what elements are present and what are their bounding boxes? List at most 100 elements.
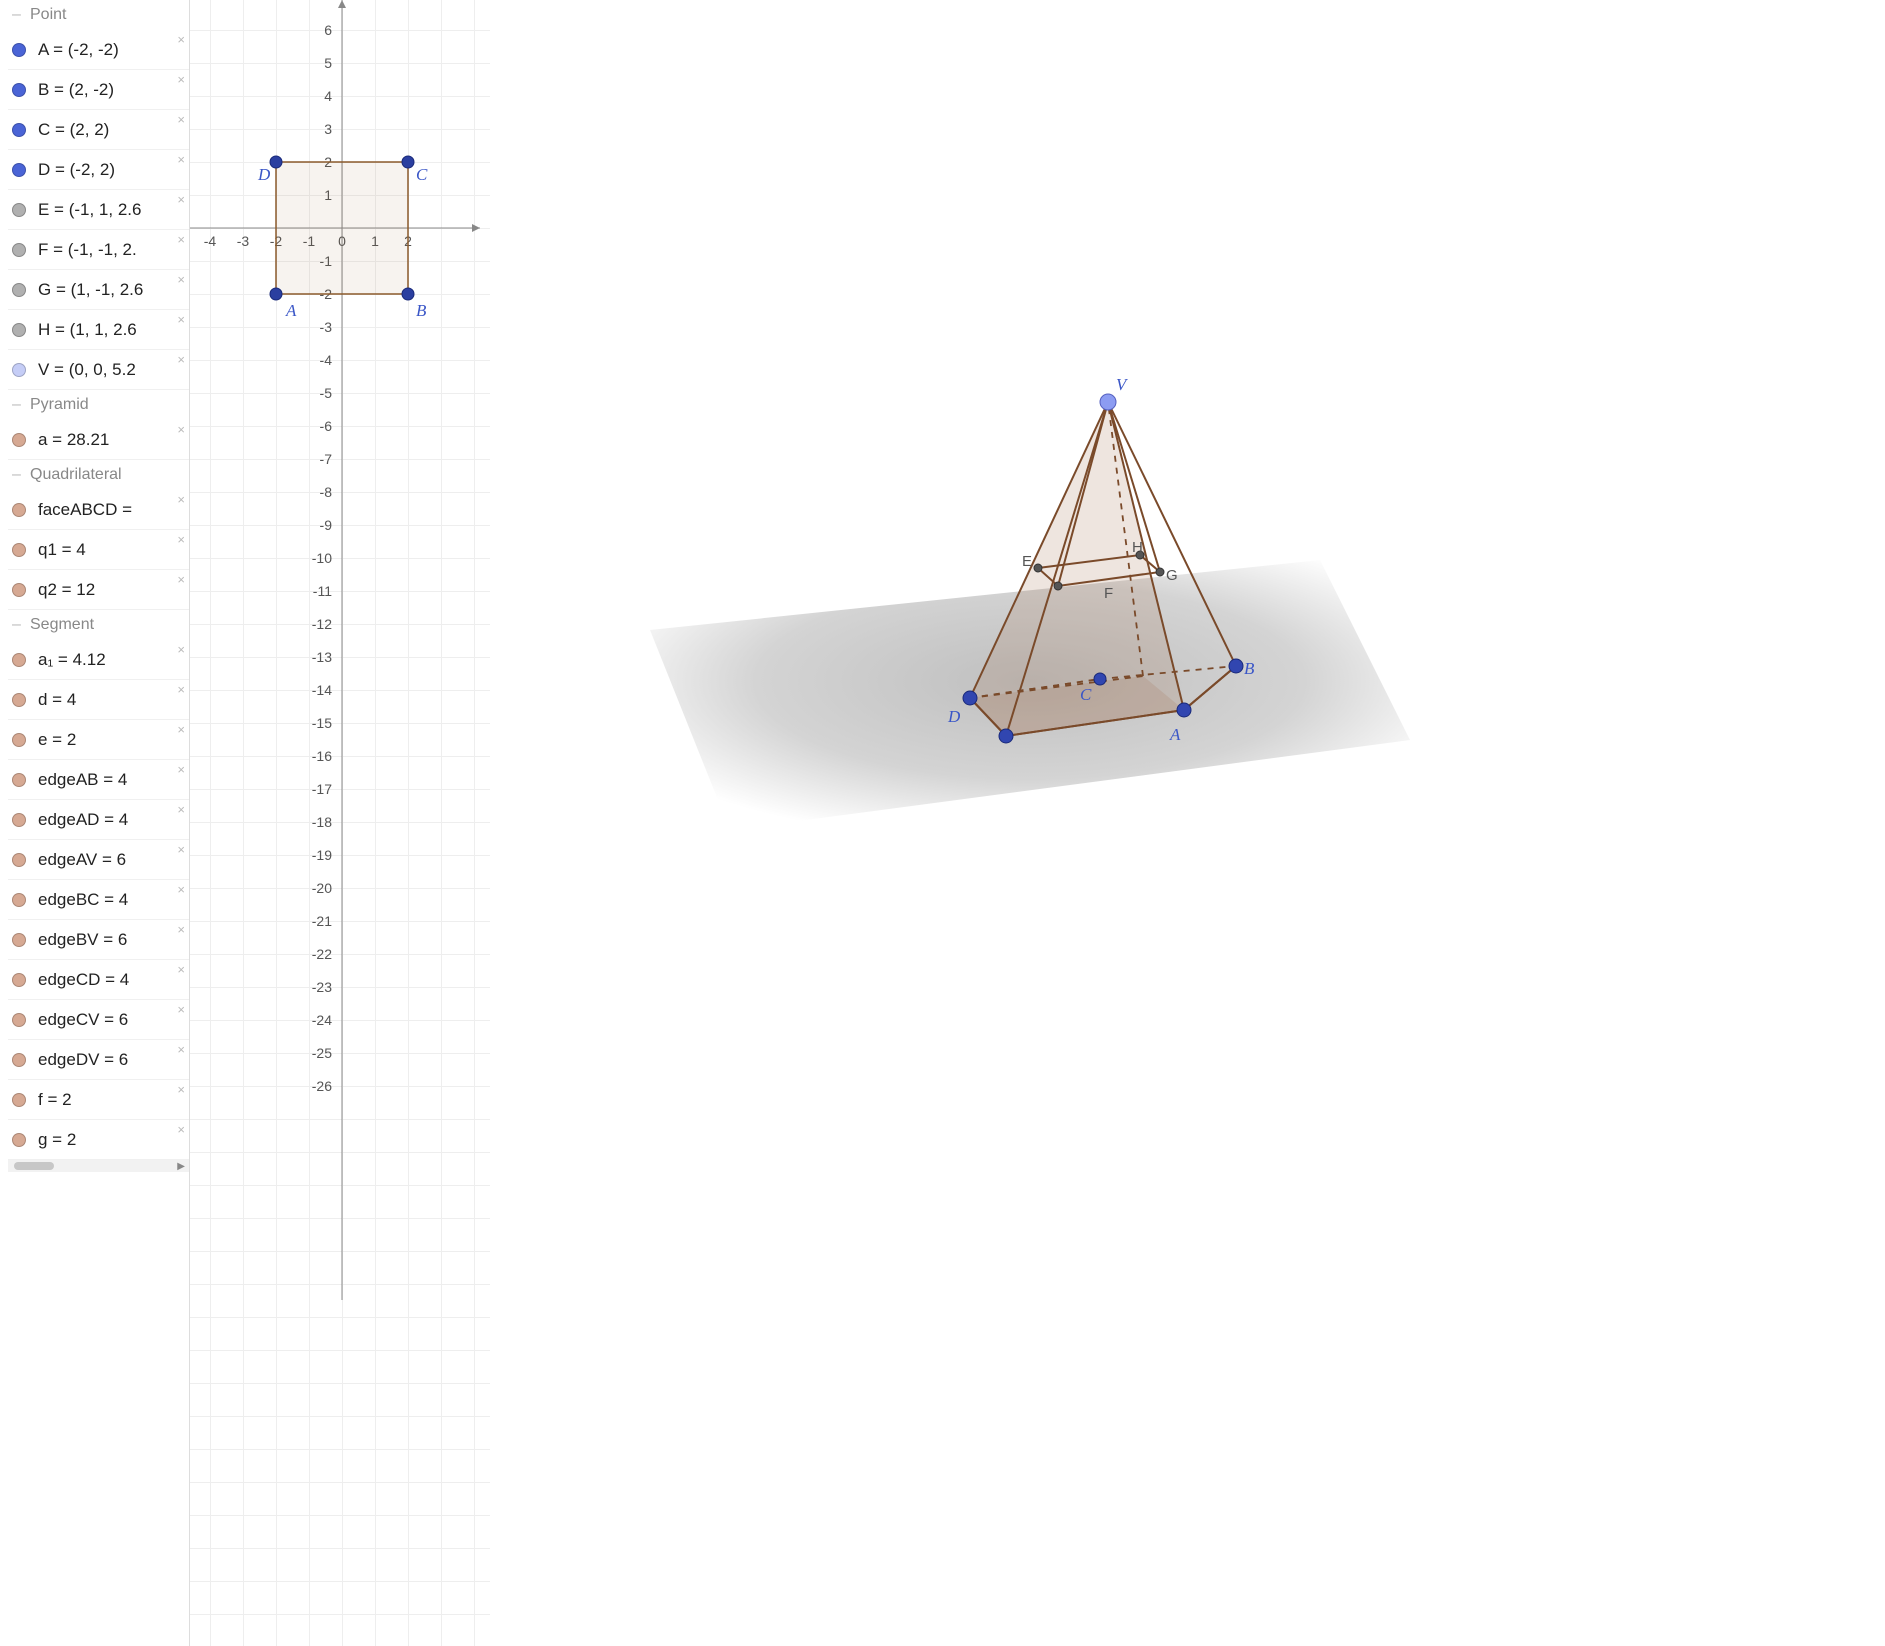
visibility-toggle-icon[interactable] (12, 283, 26, 297)
algebra-panel[interactable]: –PointA = (-2, -2)×B = (2, -2)×C = (2, 2… (0, 0, 190, 1646)
close-icon[interactable]: × (177, 572, 185, 587)
visibility-toggle-icon[interactable] (12, 83, 26, 97)
section-header-segment[interactable]: –Segment (8, 610, 189, 640)
visibility-toggle-icon[interactable] (12, 543, 26, 557)
visibility-toggle-icon[interactable] (12, 163, 26, 177)
visibility-toggle-icon[interactable] (12, 1133, 26, 1147)
visibility-toggle-icon[interactable] (12, 733, 26, 747)
algebra-item[interactable]: C = (2, 2)× (8, 110, 189, 150)
visibility-toggle-icon[interactable] (12, 1013, 26, 1027)
algebra-item[interactable]: g = 2× (8, 1120, 189, 1160)
close-icon[interactable]: × (177, 492, 185, 507)
section-header-pyramid[interactable]: –Pyramid (8, 390, 189, 420)
svg-text:-17: -17 (312, 781, 332, 797)
point-label-a: A (285, 301, 297, 320)
visibility-toggle-icon[interactable] (12, 773, 26, 787)
close-icon[interactable]: × (177, 232, 185, 247)
section-header-quadrilateral[interactable]: –Quadrilateral (8, 460, 189, 490)
algebra-item[interactable]: D = (-2, 2)× (8, 150, 189, 190)
visibility-toggle-icon[interactable] (12, 653, 26, 667)
close-icon[interactable]: × (177, 532, 185, 547)
section-title: Point (30, 6, 66, 24)
visibility-toggle-icon[interactable] (12, 813, 26, 827)
close-icon[interactable]: × (177, 722, 185, 737)
visibility-toggle-icon[interactable] (12, 43, 26, 57)
algebra-item[interactable]: edgeAD = 4× (8, 800, 189, 840)
visibility-toggle-icon[interactable] (12, 853, 26, 867)
visibility-toggle-icon[interactable] (12, 363, 26, 377)
close-icon[interactable]: × (177, 72, 185, 87)
svg-text:-15: -15 (312, 715, 332, 731)
algebra-item[interactable]: faceABCD = × (8, 490, 189, 530)
algebra-item[interactable]: q1 = 4× (8, 530, 189, 570)
algebra-item[interactable]: a₁ = 4.12× (8, 640, 189, 680)
close-icon[interactable]: × (177, 1082, 185, 1097)
algebra-item[interactable]: V = (0, 0, 5.2× (8, 350, 189, 390)
close-icon[interactable]: × (177, 352, 185, 367)
algebra-item[interactable]: edgeAV = 6× (8, 840, 189, 880)
visibility-toggle-icon[interactable] (12, 1093, 26, 1107)
label3d-h: H (1132, 539, 1143, 556)
horizontal-scrollbar[interactable]: ▶ (8, 1160, 189, 1172)
point-label-c: C (416, 165, 428, 184)
visibility-toggle-icon[interactable] (12, 433, 26, 447)
close-icon[interactable]: × (177, 802, 185, 817)
algebra-item[interactable]: a = 28.21× (8, 420, 189, 460)
algebra-item[interactable]: F = (-1, -1, 2.× (8, 230, 189, 270)
algebra-item[interactable]: edgeBV = 6× (8, 920, 189, 960)
visibility-toggle-icon[interactable] (12, 243, 26, 257)
pyramid-3d: A B C D E F G H V (840, 330, 1360, 850)
algebra-item[interactable]: edgeCV = 6× (8, 1000, 189, 1040)
svg-text:-25: -25 (312, 1045, 332, 1061)
close-icon[interactable]: × (177, 312, 185, 327)
close-icon[interactable]: × (177, 32, 185, 47)
algebra-item[interactable]: A = (-2, -2)× (8, 30, 189, 70)
svg-text:-3: -3 (320, 319, 333, 335)
visibility-toggle-icon[interactable] (12, 583, 26, 597)
close-icon[interactable]: × (177, 1122, 185, 1137)
algebra-item[interactable]: edgeAB = 4× (8, 760, 189, 800)
algebra-item[interactable]: f = 2× (8, 1080, 189, 1120)
close-icon[interactable]: × (177, 922, 185, 937)
close-icon[interactable]: × (177, 1002, 185, 1017)
visibility-toggle-icon[interactable] (12, 893, 26, 907)
graphics-3d-view[interactable]: A B C D E F G H V (490, 0, 1885, 1646)
visibility-toggle-icon[interactable] (12, 323, 26, 337)
algebra-item[interactable]: edgeCD = 4× (8, 960, 189, 1000)
close-icon[interactable]: × (177, 962, 185, 977)
close-icon[interactable]: × (177, 842, 185, 857)
algebra-item[interactable]: q2 = 12× (8, 570, 189, 610)
visibility-toggle-icon[interactable] (12, 973, 26, 987)
close-icon[interactable]: × (177, 422, 185, 437)
label3d-a: A (1169, 725, 1181, 744)
visibility-toggle-icon[interactable] (12, 1053, 26, 1067)
visibility-toggle-icon[interactable] (12, 123, 26, 137)
visibility-toggle-icon[interactable] (12, 693, 26, 707)
visibility-toggle-icon[interactable] (12, 203, 26, 217)
close-icon[interactable]: × (177, 192, 185, 207)
close-icon[interactable]: × (177, 682, 185, 697)
algebra-item[interactable]: edgeDV = 6× (8, 1040, 189, 1080)
close-icon[interactable]: × (177, 272, 185, 287)
algebra-item[interactable]: edgeBC = 4× (8, 880, 189, 920)
close-icon[interactable]: × (177, 152, 185, 167)
algebra-item[interactable]: e = 2× (8, 720, 189, 760)
algebra-item[interactable]: E = (-1, 1, 2.6× (8, 190, 189, 230)
close-icon[interactable]: × (177, 882, 185, 897)
algebra-item[interactable]: G = (1, -1, 2.6× (8, 270, 189, 310)
close-icon[interactable]: × (177, 762, 185, 777)
svg-text:-20: -20 (312, 880, 332, 896)
visibility-toggle-icon[interactable] (12, 933, 26, 947)
close-icon[interactable]: × (177, 1042, 185, 1057)
graphics-2d-view[interactable]: -4-3-2-1012654321-1-2-3-4-5-6-7-8-9-10-1… (190, 0, 490, 1646)
collapse-icon: – (12, 466, 26, 484)
section-header-point[interactable]: –Point (8, 0, 189, 30)
algebra-item[interactable]: H = (1, 1, 2.6× (8, 310, 189, 350)
algebra-item[interactable]: d = 4× (8, 680, 189, 720)
svg-text:-7: -7 (320, 451, 333, 467)
visibility-toggle-icon[interactable] (12, 503, 26, 517)
svg-text:5: 5 (324, 55, 332, 71)
close-icon[interactable]: × (177, 112, 185, 127)
close-icon[interactable]: × (177, 642, 185, 657)
algebra-item[interactable]: B = (2, -2)× (8, 70, 189, 110)
